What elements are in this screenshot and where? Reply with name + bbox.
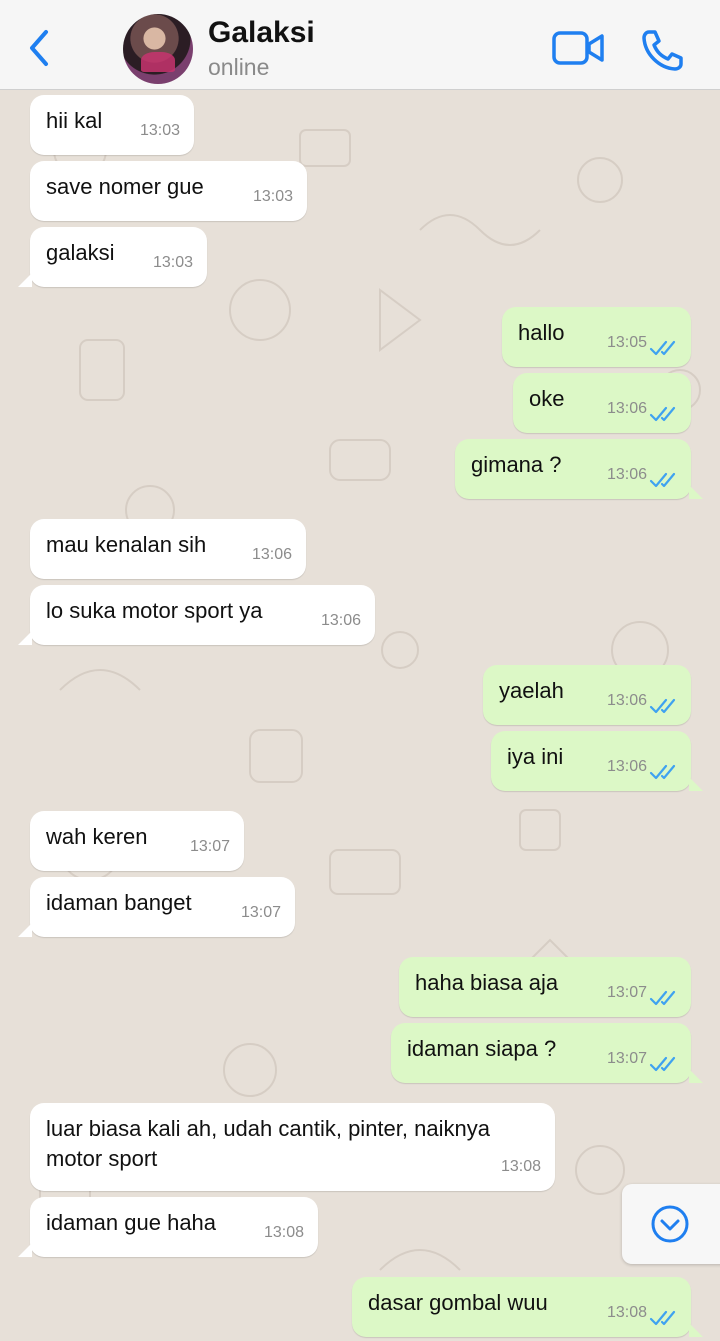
message-time: 13:08 [500,1158,541,1175]
read-double-check-icon [649,406,676,422]
message-text: luar biasa kali ah, udah cantik, pinter,… [46,1116,490,1171]
outgoing-message[interactable]: hallo 13:05 [502,307,691,367]
chat-header: Galaksi online [0,0,720,90]
phone-call-icon [642,30,683,71]
incoming-message[interactable]: luar biasa kali ah, udah cantik, pinter,… [30,1103,555,1191]
contact-avatar[interactable] [123,14,193,84]
read-double-check-icon [649,698,676,714]
voice-call-button[interactable] [640,28,684,72]
message-time: 13:08 [263,1224,304,1241]
contact-name[interactable]: Galaksi [208,16,315,50]
read-double-check-icon [649,472,676,488]
incoming-message[interactable]: hii kal 13:03 [30,95,194,155]
outgoing-message[interactable]: iya ini 13:06 [491,731,703,791]
read-double-check-icon [649,340,676,356]
read-double-check-icon [649,1310,676,1326]
read-double-check-icon [649,990,676,1006]
bubble-tail [18,1243,32,1257]
message-time: 13:07 [606,984,647,1001]
back-chevron-icon [30,30,48,66]
message-time: 13:07 [606,1050,647,1067]
incoming-message[interactable]: save nomer gue 13:03 [30,161,307,221]
chevron-down-circle-icon [651,1205,689,1243]
message-text: lo suka motor sport ya [46,598,263,623]
outgoing-message[interactable]: idaman siapa ? 13:07 [391,1023,703,1083]
outgoing-message[interactable]: haha biasa aja 13:07 [399,957,691,1017]
incoming-message[interactable]: galaksi 13:03 [18,227,207,287]
outgoing-message[interactable]: gimana ? 13:06 [455,439,703,499]
scroll-to-bottom-button[interactable] [622,1184,720,1264]
bubble-tail [689,1069,703,1083]
message-time: 13:06 [606,400,647,417]
incoming-message[interactable]: lo suka motor sport ya 13:06 [18,585,375,645]
bubble-tail [689,1323,703,1337]
message-time: 13:06 [606,466,647,483]
message-time: 13:06 [606,758,647,775]
message-time: 13:06 [251,546,292,563]
message-time: 13:05 [606,334,647,351]
bubble-tail [18,273,32,287]
read-double-check-icon [649,1056,676,1072]
contact-status: online [208,54,270,80]
message-time: 13:07 [240,904,281,921]
incoming-message[interactable]: idaman banget 13:07 [18,877,295,937]
bubble-tail [18,923,32,937]
back-button[interactable] [22,28,58,68]
bubble-tail [689,485,703,499]
message-time: 13:03 [139,122,180,139]
message-time: 13:06 [320,612,361,629]
incoming-message[interactable]: idaman gue haha 13:08 [18,1197,318,1257]
outgoing-message[interactable]: yaelah 13:06 [483,665,691,725]
incoming-message[interactable]: mau kenalan sih 13:06 [30,519,306,579]
message-time: 13:03 [252,188,293,205]
message-time: 13:07 [189,838,230,855]
outgoing-message[interactable]: oke 13:06 [513,373,691,433]
read-double-check-icon [649,764,676,780]
incoming-message[interactable]: wah keren 13:07 [30,811,244,871]
message-time: 13:03 [152,254,193,271]
bubble-tail [689,777,703,791]
video-call-button[interactable] [551,30,605,66]
bubble-tail [18,631,32,645]
message-time: 13:06 [606,692,647,709]
message-time: 13:08 [606,1304,647,1321]
outgoing-message[interactable]: dasar gombal wuu 13:08 [352,1277,703,1337]
video-call-icon [552,31,604,65]
